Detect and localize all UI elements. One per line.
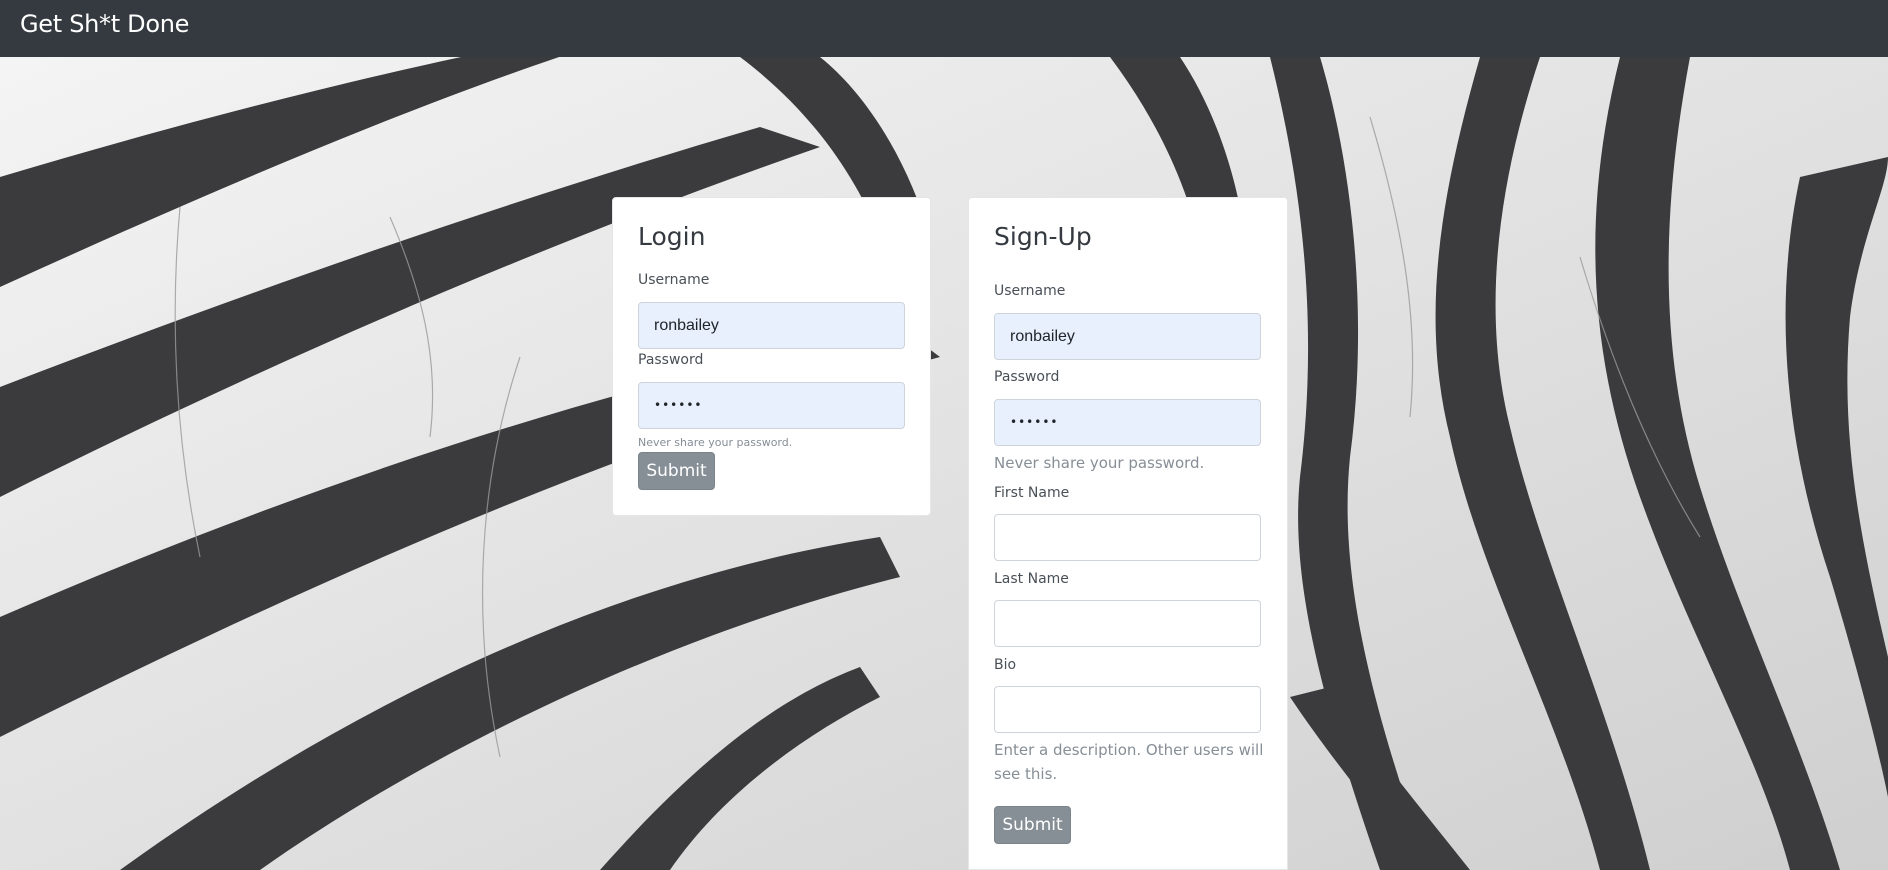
login-password-input[interactable]: •••••• <box>638 382 905 429</box>
login-title: Login <box>638 222 706 251</box>
first-name-label: First Name <box>994 485 1070 501</box>
first-name-input[interactable] <box>994 514 1261 561</box>
bio-help: Enter a description. Other users will se… <box>994 741 1264 783</box>
login-submit-button[interactable]: Submit <box>638 452 715 490</box>
signup-card: Sign-Up Username Password •••••• Never s… <box>968 197 1288 870</box>
signup-password-help: Never share your password. <box>994 454 1205 472</box>
signup-submit-button[interactable]: Submit <box>994 806 1071 844</box>
signup-title: Sign-Up <box>994 222 1092 251</box>
signup-password-label: Password <box>994 369 1060 385</box>
bio-input[interactable] <box>994 686 1261 733</box>
login-username-input[interactable] <box>638 302 905 349</box>
signup-username-input[interactable] <box>994 313 1261 360</box>
brand-title[interactable]: Get Sh*t Done <box>20 8 189 40</box>
signup-username-label: Username <box>994 283 1066 299</box>
last-name-input[interactable] <box>994 600 1261 647</box>
bio-label: Bio <box>994 657 1017 673</box>
login-password-help: Never share your password. <box>638 436 793 449</box>
login-card: Login Username Password •••••• Never sha… <box>612 197 931 516</box>
last-name-label: Last Name <box>994 571 1069 587</box>
navbar: Get Sh*t Done <box>0 0 1888 57</box>
login-username-label: Username <box>638 272 710 288</box>
login-password-label: Password <box>638 352 704 368</box>
signup-password-input[interactable]: •••••• <box>994 399 1261 446</box>
background-image <box>0 57 1888 870</box>
